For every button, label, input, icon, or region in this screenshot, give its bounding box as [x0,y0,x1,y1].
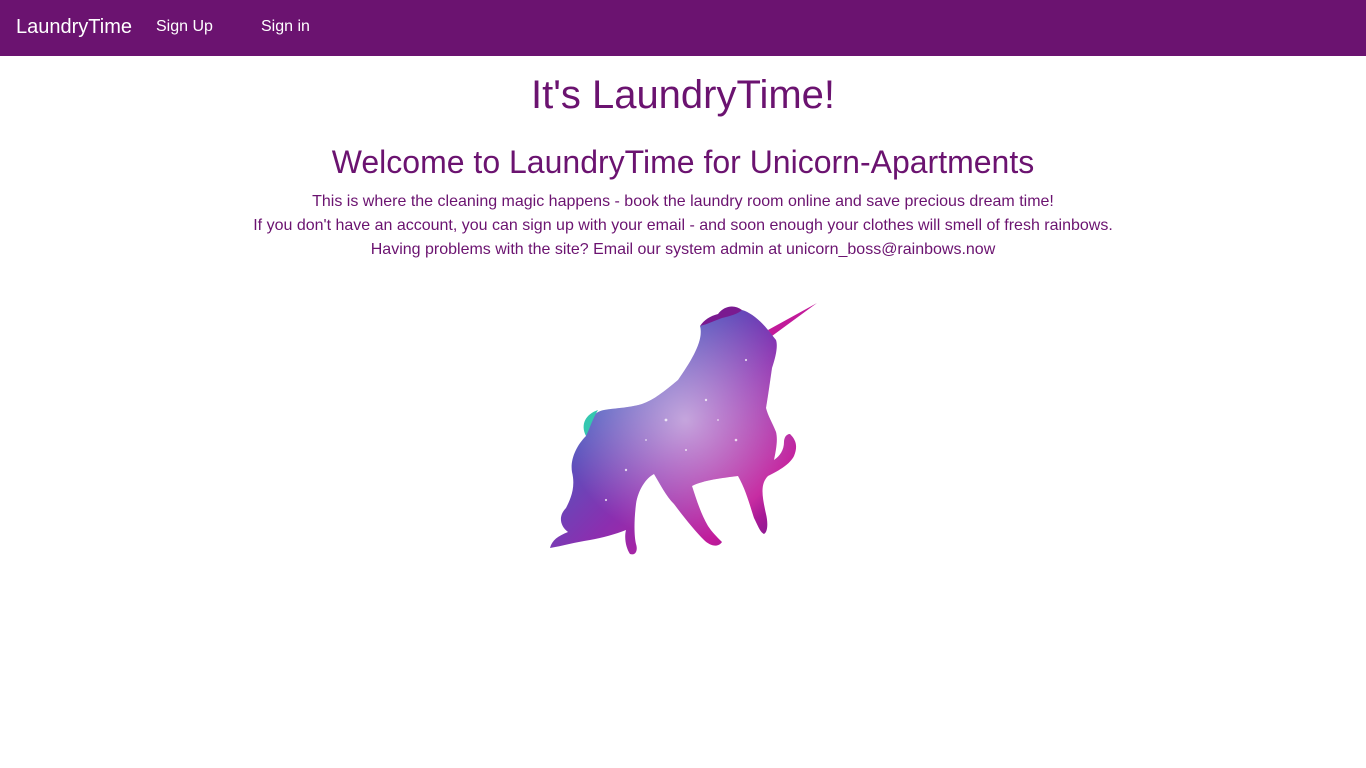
intro-line-booking: This is where the cleaning magic happens… [312,193,1054,210]
welcome-heading: Welcome to LaundryTime for Unicorn-Apart… [331,144,1035,180]
intro-line-signup: If you don't have an account, you can si… [253,217,1113,234]
unicorn-image [550,303,817,555]
brand-link[interactable]: LaundryTime [16,15,132,39]
top-navbar: LaundryTime Sign Up Sign in [0,0,1366,56]
sign-up-link[interactable]: Sign Up [156,17,213,37]
intro-line-support: Having problems with the site? Email our… [370,241,996,258]
unicorn-silhouette [550,303,817,555]
page-title: It's LaundryTime! [530,73,836,117]
sign-in-link[interactable]: Sign in [261,17,310,37]
intro-text: This is where the cleaning magic happens… [0,190,1366,262]
